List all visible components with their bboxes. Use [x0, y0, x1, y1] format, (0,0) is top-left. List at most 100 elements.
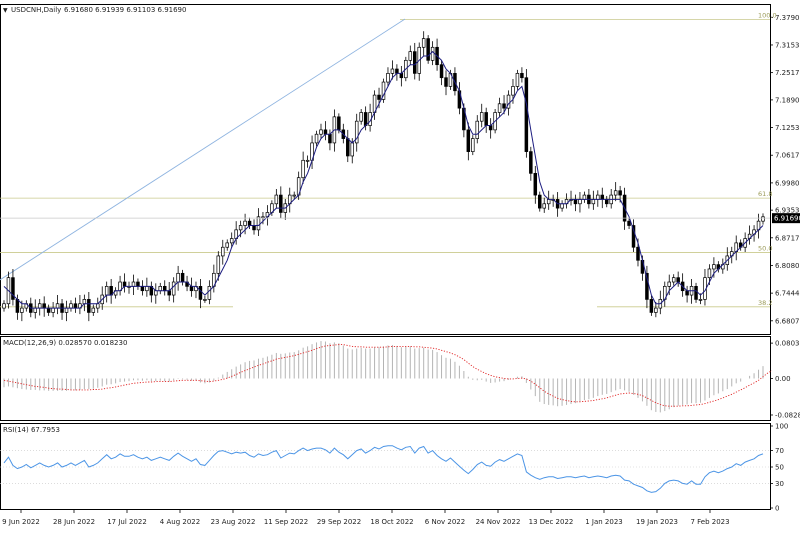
time-tick-label: 9 Jun 2022 — [2, 518, 40, 526]
chart-window: 7.37900 7.31535 7.25170 7.18900 7.12535 7.061… — [0, 4, 800, 526]
candle — [734, 235, 738, 261]
candles — [2, 31, 765, 322]
macd-tick-label: 0.00 — [775, 375, 791, 383]
candle — [761, 213, 765, 225]
price-tick-label: 7.37900 — [775, 14, 800, 22]
candle — [203, 295, 207, 303]
candle — [444, 70, 448, 96]
candle — [33, 299, 38, 319]
candle — [287, 187, 292, 213]
macd-axis: 0.080366 0.00 -0.08289 — [770, 340, 800, 419]
time-tick-label: 23 Aug 2022 — [211, 518, 256, 526]
candle — [663, 281, 667, 307]
ohlc-readout: 6.91680 6.91939 6.91103 6.91690 — [64, 6, 186, 14]
price-panel-title: USDCNH,Daily — [11, 6, 61, 14]
candle — [439, 59, 444, 86]
rsi-tick-label: 70 — [775, 447, 784, 455]
price-tick-label: 6.68075 — [775, 317, 800, 325]
candle — [212, 264, 216, 293]
price-tick-label: 6.99805 — [775, 179, 800, 187]
candle — [158, 282, 163, 295]
time-tick-label: 28 Jun 2022 — [53, 518, 95, 526]
candle — [149, 281, 154, 303]
macd-panel-title: MACD(12,26,9) 0.028570 0.018230 — [3, 339, 127, 347]
time-tick-label: 1 Jan 2023 — [585, 518, 623, 526]
candle — [649, 295, 654, 316]
trendline[interactable] — [0, 18, 406, 281]
candle — [292, 191, 296, 199]
candle — [421, 31, 426, 56]
candle — [78, 295, 82, 315]
time-tick-label: 6 Nov 2022 — [425, 518, 465, 526]
fibonacci-levels: 100.0 61.8 50.0 38.2 — [0, 11, 777, 308]
candle — [87, 292, 91, 322]
candle — [694, 282, 698, 303]
candle — [136, 278, 140, 290]
candle — [319, 123, 323, 140]
candle — [747, 225, 752, 245]
candle — [546, 190, 551, 210]
candle — [484, 107, 488, 133]
candle — [542, 197, 546, 213]
candle — [564, 193, 569, 209]
candle — [538, 191, 542, 212]
candle — [573, 194, 578, 212]
candle — [529, 146, 533, 181]
candle — [457, 82, 462, 115]
time-tick-label: 13 Dec 2022 — [529, 518, 574, 526]
candle — [171, 277, 176, 303]
time-tick-label: 18 Oct 2022 — [370, 518, 413, 526]
candle — [413, 42, 417, 80]
candle — [600, 187, 605, 209]
candle — [104, 281, 109, 303]
candle — [279, 186, 283, 219]
candle — [555, 192, 560, 217]
candle — [368, 103, 372, 132]
candle — [524, 69, 529, 158]
candle — [180, 269, 185, 286]
candle — [591, 190, 596, 210]
candle — [479, 103, 484, 128]
candle — [305, 155, 310, 168]
time-tick-label: 4 Aug 2022 — [160, 518, 200, 526]
rsi-tick-label: 100 — [775, 423, 788, 431]
candle — [671, 274, 676, 286]
candle — [69, 300, 73, 312]
time-axis: 9 Jun 2022 28 Jun 2022 17 Jul 2022 4 Aug 20… — [2, 509, 730, 526]
candle — [497, 97, 502, 118]
candle — [738, 239, 743, 251]
price-tick-label: 7.25170 — [775, 69, 800, 77]
chart-title-arrow-icon[interactable]: ▼ — [3, 7, 8, 14]
price-tick-label: 6.87170 — [775, 234, 800, 242]
candle — [51, 302, 55, 318]
candle — [703, 268, 707, 306]
candle — [122, 273, 127, 293]
last-price-tag: 6.91690 — [772, 213, 800, 224]
candle — [471, 135, 475, 156]
candle — [109, 278, 113, 304]
candle — [64, 300, 69, 322]
candle — [323, 121, 328, 141]
candle — [756, 213, 761, 239]
price-tick-label: 7.18900 — [775, 96, 800, 104]
candle — [73, 297, 78, 313]
candle — [37, 298, 42, 316]
rsi-panel-frame — [0, 423, 771, 510]
candle — [118, 275, 122, 296]
candle — [46, 304, 51, 316]
candle — [399, 65, 404, 87]
rsi-tick-label: 50 — [775, 464, 784, 472]
candle — [154, 283, 158, 304]
candle — [42, 296, 46, 317]
fibo-level-label: 100.0 — [758, 11, 777, 19]
price-tick-label: 6.74440 — [775, 290, 800, 298]
candle — [256, 208, 261, 236]
candle — [359, 109, 363, 125]
candle — [11, 268, 15, 306]
candle — [140, 280, 145, 296]
price-axis: 7.37900 7.31535 7.25170 7.18900 7.12535 7.061… — [770, 14, 800, 325]
candle — [676, 271, 680, 287]
candle — [654, 302, 658, 318]
fibo-level-label: 38.2 — [758, 299, 772, 307]
time-tick-label: 7 Feb 2023 — [690, 518, 729, 526]
